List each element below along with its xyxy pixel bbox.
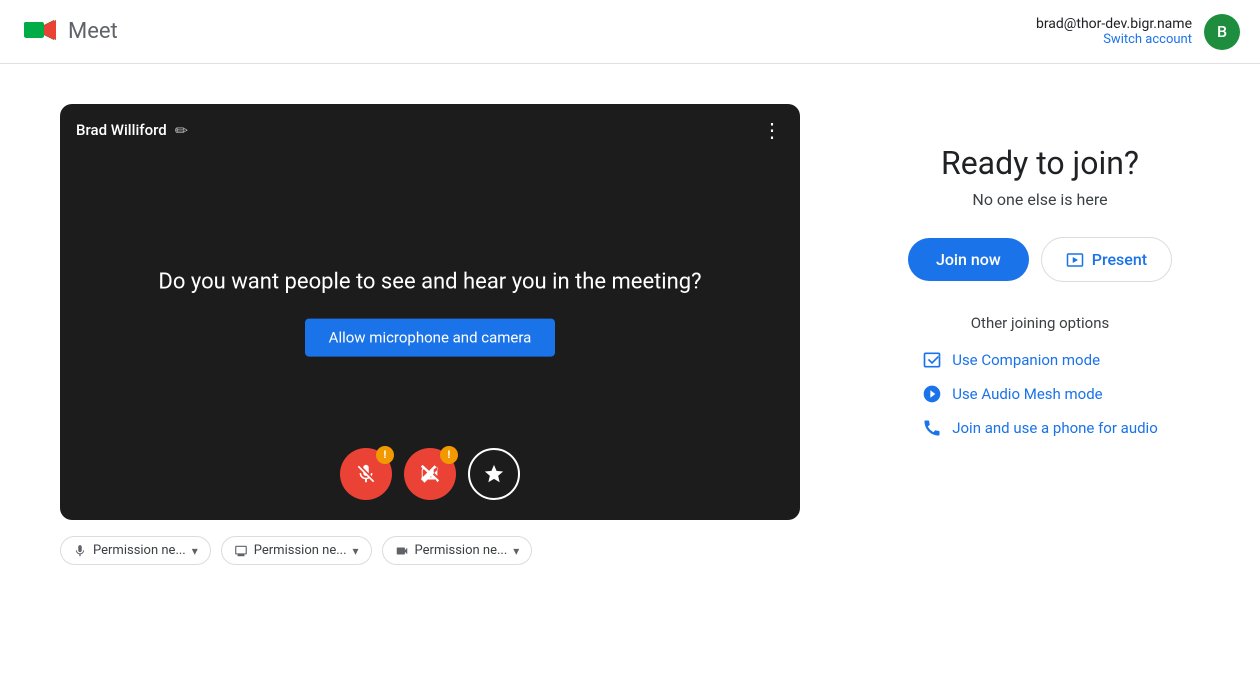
- allow-microphone-camera-button[interactable]: Allow microphone and camera: [305, 318, 556, 356]
- app-name: Meet: [68, 19, 118, 44]
- no-one-text: No one else is here: [972, 190, 1107, 209]
- other-options-list: Use Companion mode Use Audio Mesh mode J…: [922, 350, 1158, 438]
- mic-warning-badge: !: [376, 446, 394, 464]
- camera-toggle-button[interactable]: !: [404, 448, 456, 500]
- other-options-title: Other joining options: [971, 314, 1110, 332]
- present-icon: [1066, 251, 1084, 269]
- effects-button[interactable]: [468, 448, 520, 500]
- edit-name-icon[interactable]: ✏: [175, 121, 188, 140]
- audio-mesh-label: Use Audio Mesh mode: [952, 385, 1102, 403]
- video-question-text: Do you want people to see and hear you i…: [158, 268, 701, 299]
- display-permission-chip[interactable]: Permission ne... ▾: [221, 536, 372, 565]
- video-container: Brad Williford ✏ ⋮ Do you want people to…: [60, 104, 800, 520]
- phone-audio-label: Join and use a phone for audio: [952, 419, 1158, 437]
- camera-off-icon: [419, 463, 441, 485]
- switch-account-link[interactable]: Switch account: [1036, 32, 1192, 47]
- mic-chip-icon: [73, 544, 87, 558]
- video-user-name: Brad Williford ✏: [76, 121, 188, 140]
- join-now-button[interactable]: Join now: [908, 238, 1029, 281]
- effects-icon: [483, 463, 505, 485]
- camera-permission-arrow: ▾: [513, 544, 519, 558]
- audio-mesh-icon: [922, 384, 942, 404]
- companion-mode-icon: [922, 350, 942, 370]
- mic-off-icon: [355, 463, 377, 485]
- user-info: brad@thor-dev.bigr.name Switch account: [1036, 16, 1192, 47]
- camera-permission-chip[interactable]: Permission ne... ▾: [382, 536, 533, 565]
- mic-permission-label: Permission ne...: [93, 543, 186, 558]
- join-panel: Ready to join? No one else is here Join …: [880, 104, 1200, 438]
- display-permission-label: Permission ne...: [254, 543, 347, 558]
- video-name-text: Brad Williford: [76, 121, 167, 139]
- camera-permission-label: Permission ne...: [415, 543, 508, 558]
- user-avatar[interactable]: B: [1204, 14, 1240, 50]
- video-controls: ! !: [340, 448, 520, 500]
- display-chip-icon: [234, 544, 248, 558]
- video-top-bar: Brad Williford ✏ ⋮: [60, 104, 800, 156]
- video-center-content: Do you want people to see and hear you i…: [60, 268, 800, 357]
- user-email: brad@thor-dev.bigr.name: [1036, 16, 1192, 32]
- camera-warning-badge: !: [440, 446, 458, 464]
- more-options-icon[interactable]: ⋮: [762, 118, 784, 142]
- meet-logo-icon: [20, 12, 60, 52]
- header: Meet brad@thor-dev.bigr.name Switch acco…: [0, 0, 1260, 64]
- companion-mode-link[interactable]: Use Companion mode: [922, 350, 1100, 370]
- companion-mode-label: Use Companion mode: [952, 351, 1100, 369]
- main-content: Brad Williford ✏ ⋮ Do you want people to…: [0, 64, 1260, 697]
- user-area: brad@thor-dev.bigr.name Switch account B: [1036, 14, 1240, 50]
- permission-bar: Permission ne... ▾ Permission ne... ▾ Pe…: [60, 536, 800, 565]
- phone-audio-icon: [922, 418, 942, 438]
- present-button[interactable]: Present: [1041, 237, 1172, 282]
- mic-toggle-button[interactable]: !: [340, 448, 392, 500]
- join-actions: Join now Present: [908, 237, 1172, 282]
- audio-mesh-link[interactable]: Use Audio Mesh mode: [922, 384, 1102, 404]
- display-permission-arrow: ▾: [353, 544, 359, 558]
- mic-permission-arrow: ▾: [192, 544, 198, 558]
- video-panel: Brad Williford ✏ ⋮ Do you want people to…: [60, 104, 800, 565]
- mic-permission-chip[interactable]: Permission ne... ▾: [60, 536, 211, 565]
- logo-area: Meet: [20, 12, 118, 52]
- phone-audio-link[interactable]: Join and use a phone for audio: [922, 418, 1158, 438]
- camera-chip-icon: [395, 544, 409, 558]
- present-label: Present: [1092, 250, 1147, 269]
- ready-to-join-title: Ready to join?: [941, 144, 1139, 182]
